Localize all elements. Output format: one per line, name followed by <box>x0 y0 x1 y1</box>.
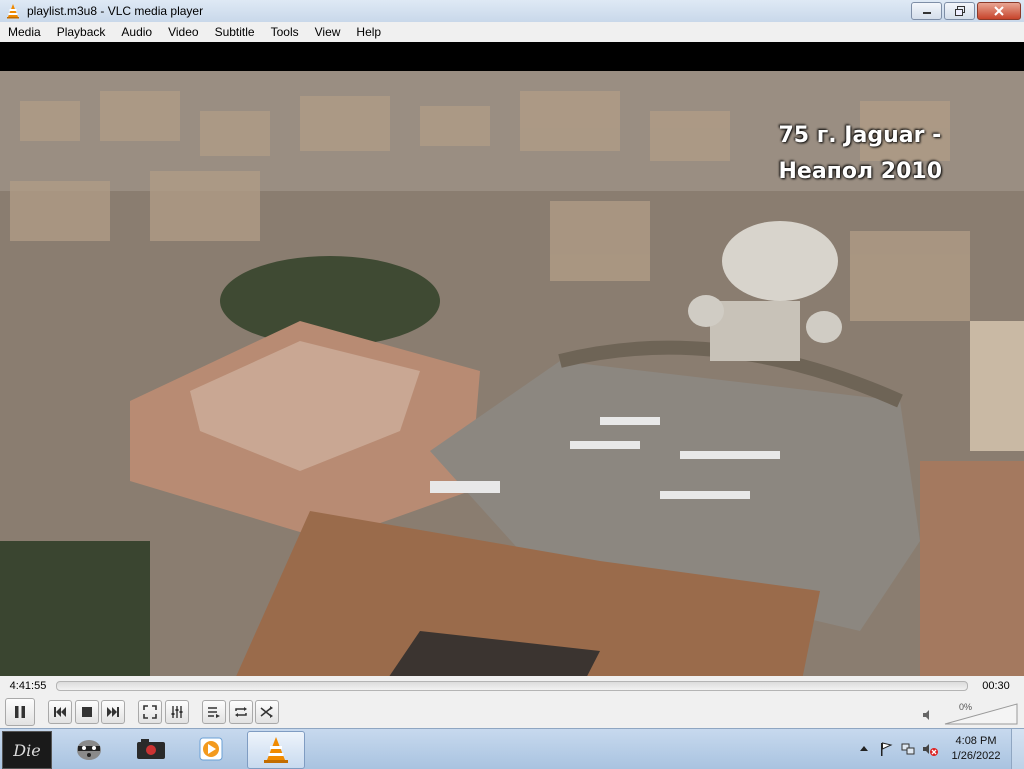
overlay-line-1: 75 г. Jaguar - <box>778 123 942 148</box>
overlay-line-2: Неапол 2010 <box>778 159 943 184</box>
clock-time: 4:08 PM <box>955 735 997 747</box>
title-bar: playlist.m3u8 - VLC media player <box>0 0 1024 23</box>
pause-icon <box>15 706 25 718</box>
video-output[interactable]: 75 г. Jaguar - Неапол 2010 <box>0 42 1024 690</box>
seek-bar-row: 4:41:55 00:30 <box>0 676 1024 696</box>
video-frame: 75 г. Jaguar - Неапол 2010 <box>0 71 1024 690</box>
skip-back-icon <box>54 707 66 717</box>
menu-media[interactable]: Media <box>0 22 49 42</box>
taskbar: Die 4:08 PM 1/26/2022 <box>0 728 1024 769</box>
menu-subtitle[interactable]: Subtitle <box>207 22 263 42</box>
shuffle-button[interactable] <box>255 700 279 724</box>
camera-icon <box>137 739 165 759</box>
stop-button[interactable] <box>75 700 99 724</box>
speaker-icon[interactable] <box>922 709 934 721</box>
pause-button[interactable] <box>5 698 35 726</box>
flag-icon[interactable] <box>878 741 894 757</box>
previous-button[interactable] <box>48 700 72 724</box>
window-title: playlist.m3u8 - VLC media player <box>27 4 204 18</box>
menu-audio[interactable]: Audio <box>113 22 160 42</box>
playlist-button[interactable] <box>202 700 226 724</box>
volume-slider[interactable] <box>944 703 1018 725</box>
menu-bar: Media Playback Audio Video Subtitle Tool… <box>0 22 1024 42</box>
network-icon[interactable] <box>900 741 916 757</box>
playback-controls: 0% <box>0 696 1024 729</box>
shuffle-icon <box>260 706 273 718</box>
seek-slider[interactable] <box>56 681 968 691</box>
taskbar-app-vlc[interactable] <box>247 731 305 769</box>
clock-date: 1/26/2022 <box>951 750 1001 762</box>
skip-forward-icon <box>107 707 119 717</box>
extended-settings-button[interactable] <box>165 700 189 724</box>
start-button[interactable]: Die <box>2 731 52 769</box>
raccoon-icon <box>77 740 101 760</box>
menu-tools[interactable]: Tools <box>263 22 307 42</box>
show-desktop-button[interactable] <box>1011 729 1024 769</box>
vlc-cone-icon <box>5 3 21 19</box>
maximize-button[interactable] <box>944 2 975 20</box>
video-text-overlay: 75 г. Jaguar - Неапол 2010 <box>779 118 943 190</box>
taskbar-app-raccoon[interactable] <box>64 731 114 767</box>
menu-playback[interactable]: Playback <box>49 22 114 42</box>
equalizer-icon <box>171 706 183 718</box>
next-button[interactable] <box>101 700 125 724</box>
taskbar-app-camera[interactable] <box>126 731 176 767</box>
close-button[interactable] <box>977 2 1021 20</box>
minimize-button[interactable] <box>911 2 942 20</box>
playlist-icon <box>208 707 220 718</box>
menu-help[interactable]: Help <box>348 22 389 42</box>
menu-video[interactable]: Video <box>160 22 206 42</box>
taskbar-app-media-player[interactable] <box>186 731 236 767</box>
system-clock[interactable]: 4:08 PM 1/26/2022 <box>941 734 1011 764</box>
die-icon: Die <box>13 740 41 760</box>
elapsed-time: 4:41:55 <box>9 680 47 692</box>
menu-view[interactable]: View <box>307 22 349 42</box>
show-hidden-icons-icon[interactable] <box>856 741 872 757</box>
fullscreen-icon <box>143 705 157 719</box>
loop-button[interactable] <box>229 700 253 724</box>
loop-icon <box>235 707 247 717</box>
stop-icon <box>82 707 92 717</box>
remaining-time[interactable]: 00:30 <box>968 680 1024 692</box>
vlc-cone-icon <box>264 737 288 763</box>
fullscreen-button[interactable] <box>138 700 162 724</box>
volume-muted-icon[interactable] <box>922 741 938 757</box>
media-player-icon <box>199 737 223 761</box>
system-tray: 4:08 PM 1/26/2022 <box>853 729 1024 769</box>
